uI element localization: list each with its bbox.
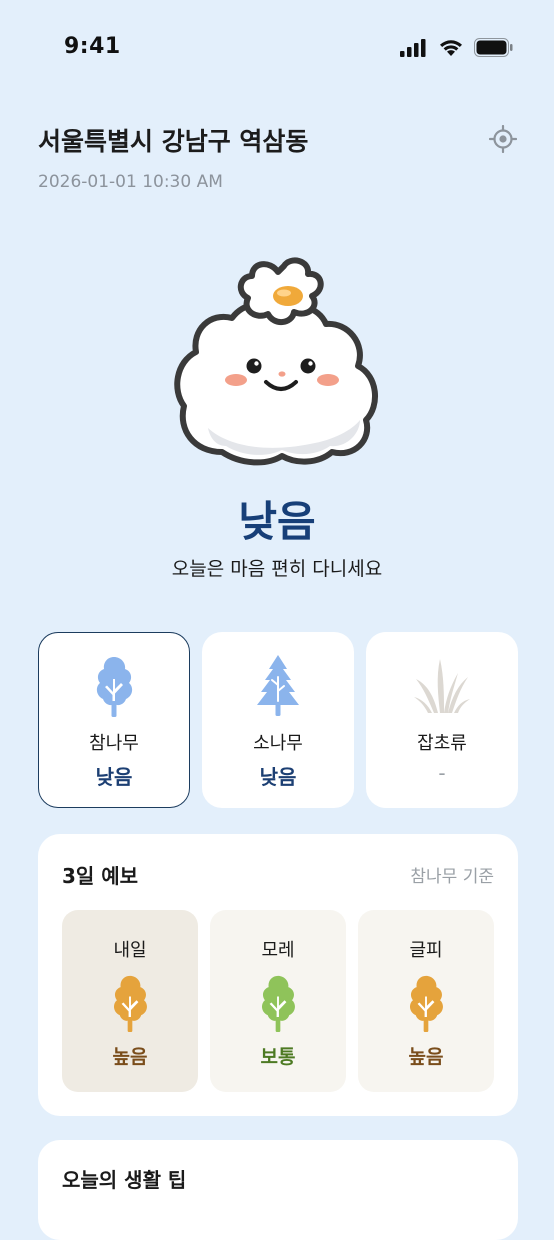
pollen-card-weeds[interactable]: 잡초류 - xyxy=(366,632,518,808)
pollen-card-pine[interactable]: 소나무 낮음 xyxy=(202,632,354,808)
pollen-level-text: 낮음 xyxy=(238,497,316,546)
tree-icon xyxy=(113,975,147,1032)
tree-icon xyxy=(261,975,295,1032)
status-bar: 9:41 xyxy=(0,0,554,96)
location-title[interactable]: 서울특별시 강남구 역삼동 xyxy=(38,122,308,158)
weed-grass-icon xyxy=(414,659,470,713)
pollen-type-selector: 참나무 낮음 소나무 낮음 잡초류 - xyxy=(38,632,518,808)
pine-tree-icon xyxy=(257,655,299,716)
forecast-level: 보통 xyxy=(260,1046,296,1068)
pollen-level: 낮음 xyxy=(95,765,133,789)
cloud-mascot-icon xyxy=(174,257,379,466)
daily-tips-title: 오늘의 생활 팁 xyxy=(62,1168,187,1192)
daily-tips-card[interactable]: 오늘의 생활 팁 xyxy=(38,1140,518,1240)
pollen-level: - xyxy=(438,761,446,785)
forecast-basis: 참나무 기준 xyxy=(410,867,494,887)
forecast-day[interactable]: 글피 높음 xyxy=(358,910,494,1092)
forecast-level: 높음 xyxy=(408,1046,444,1068)
cellular-signal-icon xyxy=(400,38,426,57)
pollen-name: 참나무 xyxy=(89,733,139,754)
wifi-icon xyxy=(440,40,462,56)
forecast-level: 높음 xyxy=(112,1046,148,1068)
forecast-day[interactable]: 모레 보통 xyxy=(210,910,346,1092)
forecast-card: 3일 예보 참나무 기준 내일 높음 모레 보통 글피 높음 xyxy=(38,834,518,1116)
pollen-advice-message: 오늘은 마음 편히 다니세요 xyxy=(171,558,383,580)
pollen-name: 소나무 xyxy=(253,733,303,754)
forecast-day[interactable]: 내일 높음 xyxy=(62,910,198,1092)
forecast-day-name: 내일 xyxy=(113,940,147,961)
pollen-name: 잡초류 xyxy=(417,733,467,754)
update-timestamp: 2026-01-01 10:30 AM xyxy=(38,172,223,192)
tree-icon xyxy=(409,975,443,1032)
battery-icon xyxy=(474,38,513,57)
forecast-day-name: 모레 xyxy=(261,940,295,961)
forecast-title: 3일 예보 xyxy=(62,864,139,888)
current-location-button[interactable] xyxy=(486,122,520,156)
pollen-level: 낮음 xyxy=(259,765,297,789)
forecast-days: 내일 높음 모레 보통 글피 높음 xyxy=(62,910,494,1092)
oak-tree-icon xyxy=(96,657,133,717)
pollen-card-oak[interactable]: 참나무 낮음 xyxy=(38,632,190,808)
forecast-day-name: 글피 xyxy=(409,940,443,961)
location-target-icon xyxy=(489,125,517,153)
status-icons xyxy=(400,38,514,57)
status-time: 9:41 xyxy=(64,34,121,59)
